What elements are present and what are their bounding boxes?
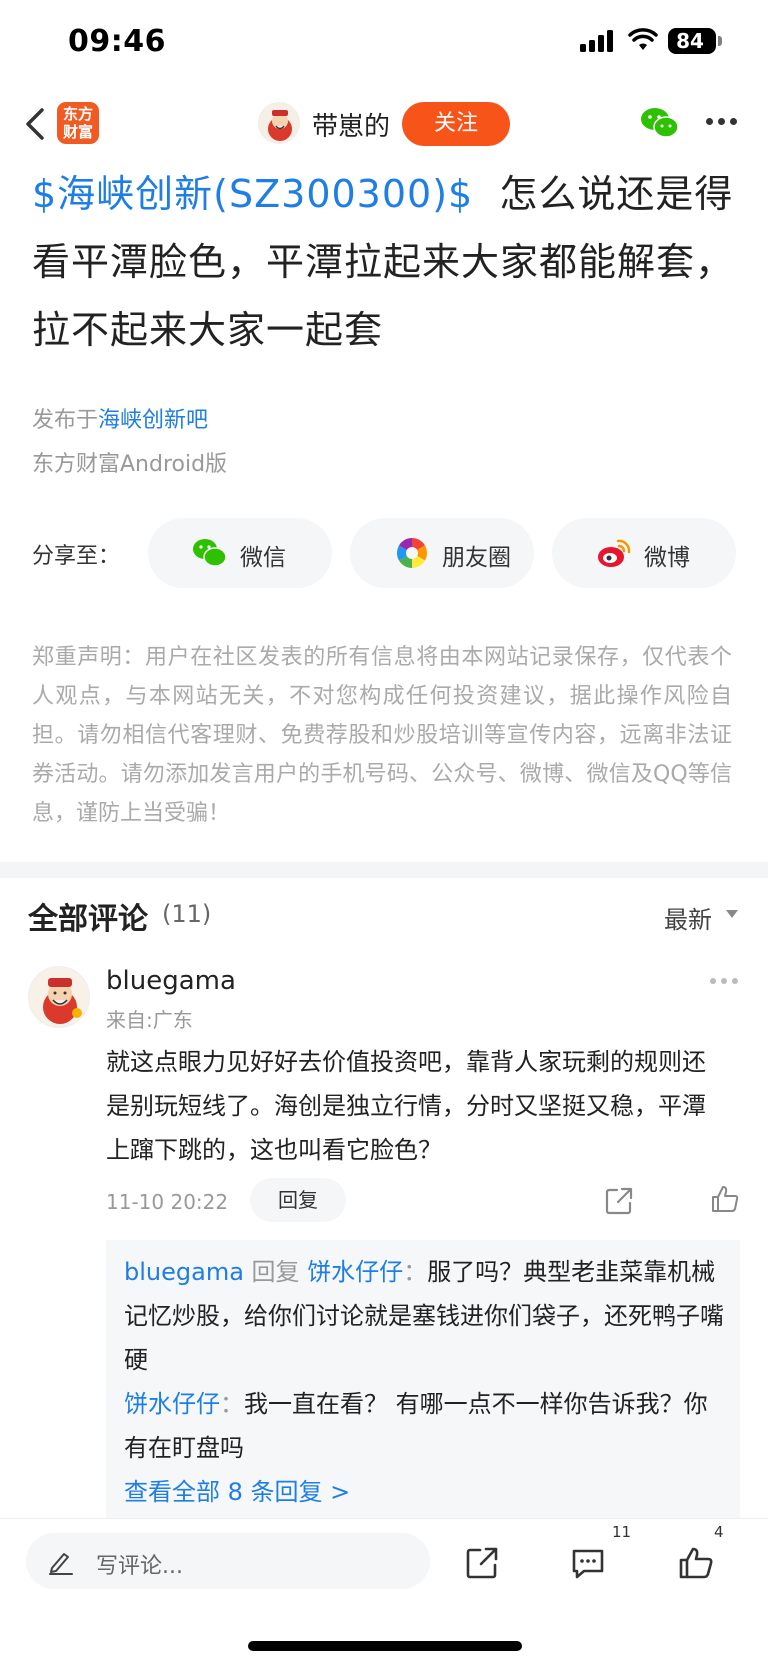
reply-separator: ：	[403, 1258, 428, 1286]
comment-icon[interactable]	[570, 1545, 606, 1581]
battery-tip	[718, 36, 722, 46]
wifi-icon	[628, 28, 658, 50]
caret-down-icon[interactable]	[726, 910, 738, 918]
comment-time: 11-10 20:22	[106, 1190, 229, 1214]
more-options-icon[interactable]	[706, 118, 738, 128]
moments-icon	[396, 538, 428, 568]
post-source: 东方财富Android版	[32, 452, 228, 477]
wechat-icon[interactable]	[640, 106, 680, 140]
comment-input[interactable]: 写评论...	[26, 1533, 430, 1589]
reply-separator: ：	[220, 1390, 244, 1418]
comments-title: 全部评论	[28, 902, 148, 937]
status-bar: 09:46 84	[0, 0, 768, 86]
cellular-signal-icon	[580, 30, 616, 52]
share-weibo-label: 微博	[644, 545, 690, 571]
home-indicator	[248, 1641, 522, 1651]
reply-button[interactable]: 回复	[250, 1178, 346, 1222]
weibo-icon	[598, 539, 631, 567]
bottom-bar: 写评论... 11 4	[0, 1518, 768, 1662]
published-prefix: 发布于	[32, 408, 99, 433]
fortune-god-avatar-icon	[43, 978, 82, 1024]
sort-dropdown[interactable]: 最新	[664, 900, 712, 935]
battery-icon: 84	[668, 28, 716, 54]
reply-item[interactable]: bluegama 回复 饼水仔仔：服了吗？典型老韭菜靠机械记忆炒股，给你们讨论就…	[124, 1250, 724, 1382]
share-icon[interactable]	[604, 1186, 634, 1216]
comment-username[interactable]: bluegama	[106, 966, 236, 996]
comment-location: 来自:广东	[106, 1008, 193, 1032]
reply-verb: 回复	[251, 1258, 300, 1286]
replies-box: bluegama 回复 饼水仔仔：服了吗？典型老韭菜靠机械记忆炒股，给你们讨论就…	[106, 1240, 740, 1520]
comment-more-icon[interactable]	[710, 978, 740, 986]
comments-count: (11)	[162, 900, 212, 928]
reply-from-user[interactable]: bluegama	[124, 1258, 244, 1286]
thumbs-up-icon[interactable]	[710, 1184, 740, 1214]
pencil-icon	[49, 1553, 73, 1575]
comment-count: 11	[612, 1523, 632, 1541]
forum-link[interactable]: 海峡创新吧	[98, 408, 208, 433]
fortune-god-avatar-icon	[268, 110, 292, 141]
back-arrow-icon[interactable]	[22, 106, 52, 142]
reply-item[interactable]: 饼水仔仔：我一直在看？ 有哪一点不一样你告诉我？你有在盯盘吗	[124, 1382, 724, 1470]
author-avatar[interactable]	[258, 102, 300, 144]
reply-from-user[interactable]: 饼水仔仔	[124, 1390, 220, 1418]
post-content: $海峡创新(SZ300300)$ 怎么说还是得看平潭脸色，平潭拉起来大家都能解套…	[32, 160, 742, 364]
comment-avatar[interactable]	[28, 966, 90, 1028]
share-label: 分享至：	[32, 544, 121, 569]
share-wechat-label: 微信	[240, 545, 286, 571]
share-weibo-button[interactable]: 微博	[552, 518, 736, 588]
comment-placeholder: 写评论...	[96, 1554, 183, 1579]
reply-to-user[interactable]: 饼水仔仔	[307, 1258, 403, 1286]
thumbs-up-icon[interactable]	[678, 1545, 714, 1581]
stock-tag-link[interactable]: $海峡创新(SZ300300)$	[32, 172, 473, 216]
battery-level: 84	[676, 29, 704, 53]
share-moments-label: 朋友圈	[442, 545, 511, 571]
author-name[interactable]: 带崽的	[312, 106, 390, 143]
nav-bar: 东方财富 带崽的 关注	[0, 86, 768, 162]
view-all-replies-link[interactable]: 查看全部 8 条回复 >	[124, 1472, 350, 1507]
disclaimer-text: 郑重声明：用户在社区发表的所有信息将由本网站记录保存，仅代表个人观点，与本网站无…	[32, 645, 732, 826]
share-wechat-button[interactable]: 微信	[148, 518, 332, 588]
wechat-icon	[193, 539, 227, 567]
publish-info: 发布于海峡创新吧	[32, 402, 208, 434]
section-divider	[0, 862, 768, 878]
comment-text: 就这点眼力见好好去价值投资吧，靠背人家玩剩的规则还是别玩短线了。海创是独立行情，…	[106, 1048, 706, 1164]
share-moments-button[interactable]: 朋友圈	[350, 518, 534, 588]
follow-button[interactable]: 关注	[402, 102, 510, 146]
like-count: 4	[714, 1523, 724, 1541]
app-logo[interactable]: 东方财富	[57, 102, 99, 144]
status-time: 09:46	[68, 24, 166, 59]
share-icon[interactable]	[464, 1545, 500, 1581]
